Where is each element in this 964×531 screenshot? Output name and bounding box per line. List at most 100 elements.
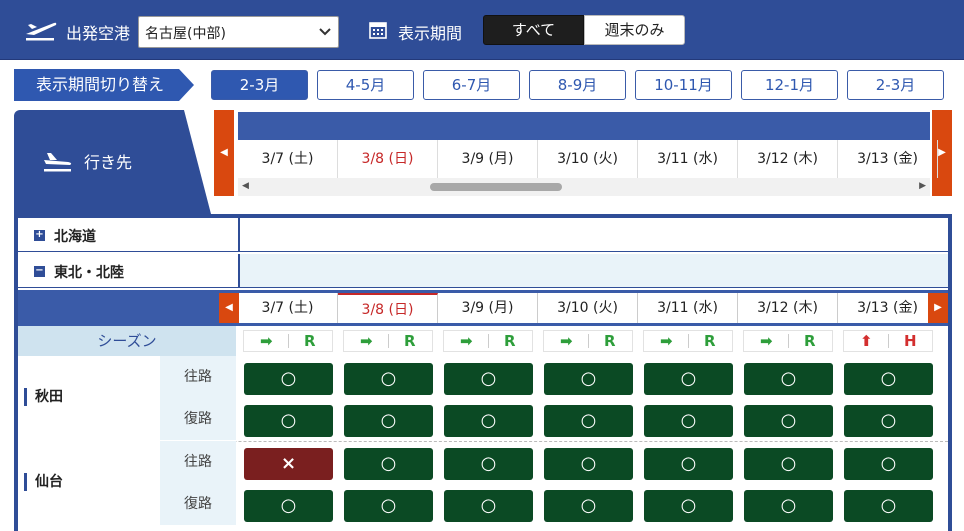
arrow-right-icon: ➡ [660,332,673,350]
period-tab[interactable]: 8-9月 [529,70,626,100]
available-cell[interactable]: ○ [844,448,933,480]
season-code: R [704,332,716,350]
available-cell[interactable]: ○ [744,363,833,395]
region-row-tohoku-hokuriku[interactable]: − 東北・北陸 [18,254,948,288]
available-cell[interactable]: ○ [344,448,433,480]
scroll-left-button[interactable]: ◀ [214,110,234,196]
direction-label: 復路 [160,398,236,440]
date-subheader-cell: 3/11 (水) [638,293,738,323]
season-cell: ⬆ H [843,330,933,352]
date-subheader-cell: 3/13 (金) [838,293,938,323]
period-tab[interactable]: 10-11月 [635,70,732,100]
available-cell[interactable]: ○ [644,448,733,480]
available-cell[interactable]: ○ [844,363,933,395]
date-subheader: 3/7 (土) 3/8 (日) 3/9 (月) 3/10 (火) 3/11 (水) 3/1… [18,290,948,326]
available-cell[interactable]: ○ [844,405,933,437]
scroll-arrow-right-icon[interactable]: ▶ [919,181,926,191]
period-tab[interactable]: 12-1月 [741,70,838,100]
available-cell[interactable]: ○ [644,405,733,437]
display-period-label: 表示期間 [398,24,463,43]
caret-left-icon: ◀ [220,147,228,158]
origin-airport-value: 名古屋(中部) [145,26,226,42]
season-divider [788,334,789,348]
season-code: H [904,332,917,350]
date-header-row: 3/7 (土) 3/8 (日) 3/9 (月) 3/10 (火) 3/11 (水) 3/1… [238,140,938,178]
period-tab[interactable]: 4-5月 [317,70,414,100]
available-cell[interactable]: ○ [244,490,333,522]
origin-airport-label: 出発空港 [66,24,131,43]
date-subheader-cell: 3/9 (月) [438,293,538,323]
season-cell: ➡ R [743,330,833,352]
available-cell[interactable]: ○ [544,363,633,395]
caret-right-icon: ▶ [938,147,946,158]
destination-label: 行き先 [84,153,133,172]
available-cell[interactable]: ○ [244,405,333,437]
available-cell[interactable]: ○ [344,405,433,437]
date-header-band [238,112,930,140]
sub-scroll-left-button[interactable]: ◀ [219,293,239,323]
segment-weekend-button[interactable]: 週末のみ [584,15,685,45]
date-subheader-cell: 3/10 (火) [538,293,638,323]
season-cell: ➡ R [243,330,333,352]
available-cell[interactable]: ○ [644,363,733,395]
segment-all-button[interactable]: すべて [483,15,584,45]
sub-scroll-right-button[interactable]: ▶ [928,293,948,323]
chevron-down-icon [319,28,331,36]
season-divider [288,334,289,348]
available-cell[interactable]: ○ [844,490,933,522]
city-block: 仙台 往路 × ○ ○ ○ ○ ○ ○ 復路 ○ ○ ○ ○ ○ ○ ○ [18,441,948,525]
scrollbar-thumb[interactable] [430,183,562,191]
available-cell[interactable]: ○ [344,490,433,522]
region-name: 北海道 [54,229,96,245]
date-header-cell: 3/8 (日) [338,140,438,178]
season-cell: ➡ R [543,330,633,352]
available-cell[interactable]: ○ [544,490,633,522]
season-cell: ➡ R [443,330,533,352]
direction-label: 往路 [160,356,236,398]
season-code: R [804,332,816,350]
date-header-cell: 3/9 (月) [438,140,538,178]
top-bar: 出発空港 名古屋(中部) 表示期間 すべて 週末のみ [0,0,964,60]
period-tab[interactable]: 2-3月 [847,70,944,100]
period-tab[interactable]: 6-7月 [423,70,520,100]
available-cell[interactable]: ○ [544,448,633,480]
available-cell[interactable]: ○ [744,490,833,522]
available-cell[interactable]: ○ [444,448,533,480]
date-subheader-cell: 3/12 (木) [738,293,838,323]
date-header-cell: 3/10 (火) [538,140,638,178]
direction-label: 往路 [160,441,236,483]
available-cell[interactable]: ○ [444,405,533,437]
season-divider [388,334,389,348]
date-header-cell: 3/13 (金) [838,140,938,178]
horizontal-scrollbar[interactable]: ◀ ▶ [238,178,930,196]
available-cell[interactable]: ○ [544,405,633,437]
available-cell[interactable]: ○ [744,448,833,480]
available-cell[interactable]: ○ [744,405,833,437]
city-name: 秋田 [24,388,63,406]
available-cell[interactable]: ○ [244,363,333,395]
season-cell: ➡ R [343,330,433,352]
scroll-arrow-left-icon[interactable]: ◀ [242,181,249,191]
region-name: 東北・北陸 [54,265,124,281]
unavailable-cell[interactable]: × [244,448,333,480]
date-header-cell: 3/7 (土) [238,140,338,178]
season-row: シーズン ➡ R ➡ R ➡ R ➡ R ➡ R ➡ R ⬆ H [18,326,948,356]
origin-airport-select[interactable]: 名古屋(中部) [138,16,339,48]
period-tab[interactable]: 2-3月 [211,70,308,100]
period-switch-label: 表示期間切り替え [14,69,194,101]
region-row-hokkaido[interactable]: + 北海道 [18,218,948,252]
available-cell[interactable]: ○ [444,490,533,522]
date-subheader-cell: 3/7 (土) [238,293,338,323]
departure-plane-icon [26,22,57,41]
available-cell[interactable]: ○ [644,490,733,522]
available-cell[interactable]: ○ [444,363,533,395]
arrow-right-icon: ➡ [460,332,473,350]
available-cell[interactable]: ○ [344,363,433,395]
date-header-cell: 3/11 (水) [638,140,738,178]
region-row-fill [238,254,948,287]
season-code: R [404,332,416,350]
season-code: R [604,332,616,350]
calendar-icon [369,22,387,39]
city-block: 秋田 往路 ○ ○ ○ ○ ○ ○ ○ 復路 ○ ○ ○ ○ ○ ○ ○ [18,356,948,440]
season-label: シーズン [18,326,236,356]
